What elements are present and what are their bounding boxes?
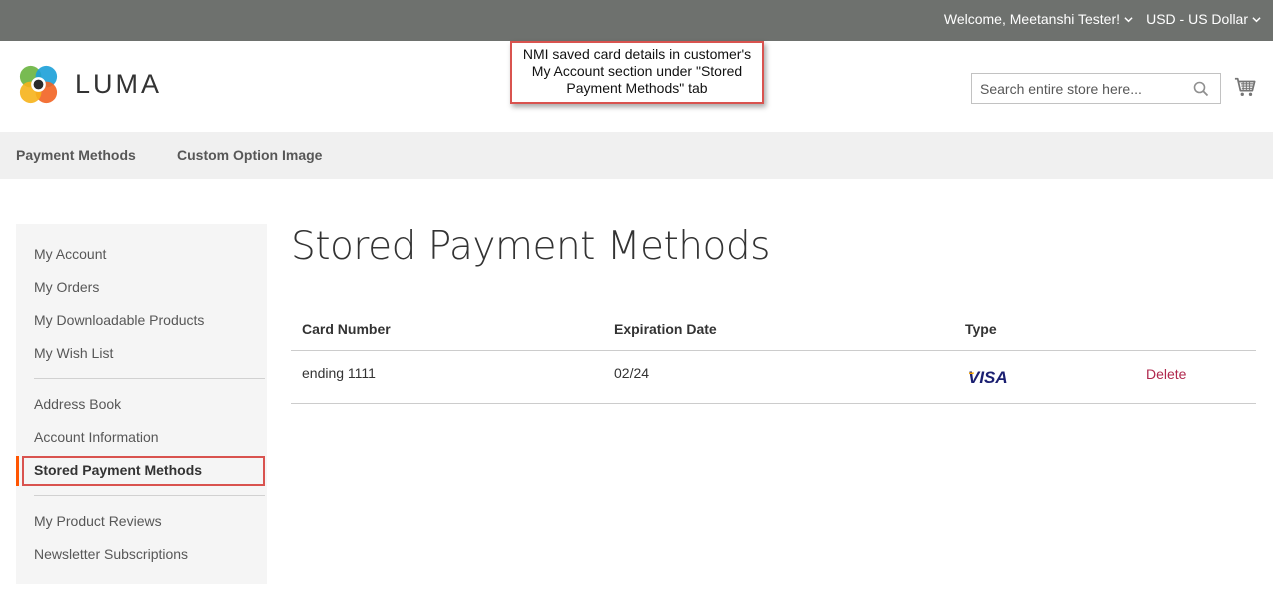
- luma-logo-icon: [19, 65, 58, 104]
- page-title: Stored Payment Methods: [291, 224, 770, 269]
- account-sidebar: My Account My Orders My Downloadable Pro…: [16, 224, 267, 584]
- annotation-callout: NMI saved card details in customer's My …: [510, 41, 764, 104]
- main-navigation: Payment Methods Custom Option Image: [0, 132, 1273, 179]
- sidebar-item-address-book[interactable]: Address Book: [34, 396, 121, 412]
- search-box: [971, 73, 1221, 104]
- nav-item-custom-option-image[interactable]: Custom Option Image: [177, 147, 322, 163]
- svg-text:VISA: VISA: [968, 368, 1008, 385]
- callout-line: NMI saved card details in customer's: [522, 46, 752, 62]
- sidebar-item-account-information[interactable]: Account Information: [34, 429, 159, 445]
- top-bar: Welcome, Meetanshi Tester! USD - US Doll…: [0, 0, 1273, 41]
- column-header-expiration-date: Expiration Date: [614, 321, 717, 337]
- sidebar-item-stored-payment-methods[interactable]: Stored Payment Methods: [34, 462, 202, 478]
- expiration-date-cell: 02/24: [614, 365, 650, 381]
- sidebar-item-product-reviews[interactable]: My Product Reviews: [34, 513, 162, 529]
- search-input[interactable]: [972, 74, 1182, 103]
- welcome-text: Welcome, Meetanshi Tester!: [943, 11, 1120, 27]
- sidebar-item-newsletter-subscriptions[interactable]: Newsletter Subscriptions: [34, 546, 188, 562]
- sidebar-item-my-account[interactable]: My Account: [34, 246, 106, 262]
- currency-switcher[interactable]: USD - US Dollar: [1146, 11, 1261, 27]
- callout-line: My Account section under "Stored: [531, 63, 743, 79]
- currency-text: USD - US Dollar: [1146, 11, 1248, 27]
- table-row-divider: [291, 403, 1256, 404]
- store-logo[interactable]: LUMA: [16, 62, 162, 107]
- table-header-divider: [291, 350, 1256, 351]
- callout-line: Payment Methods" tab: [566, 80, 708, 96]
- sidebar-divider: [34, 378, 265, 379]
- cart-icon[interactable]: [1234, 76, 1256, 98]
- sidebar-divider: [34, 495, 265, 496]
- visa-icon: VISA: [968, 368, 1008, 385]
- active-indicator: [16, 456, 19, 486]
- nav-item-payment-methods[interactable]: Payment Methods: [16, 147, 136, 163]
- chevron-down-icon: [1124, 16, 1133, 22]
- logo-text: LUMA: [75, 69, 163, 99]
- card-number-cell: ending 1111: [302, 365, 376, 381]
- search-icon[interactable]: [1193, 81, 1209, 97]
- delete-card-link[interactable]: Delete: [1146, 366, 1186, 382]
- column-header-type: Type: [965, 321, 997, 337]
- sidebar-item-wish-list[interactable]: My Wish List: [34, 345, 113, 361]
- chevron-down-icon: [1252, 16, 1261, 22]
- welcome-dropdown[interactable]: Welcome, Meetanshi Tester!: [944, 11, 1133, 27]
- sidebar-item-downloadable-products[interactable]: My Downloadable Products: [34, 312, 204, 328]
- column-header-card-number: Card Number: [302, 321, 391, 337]
- sidebar-item-my-orders[interactable]: My Orders: [34, 279, 99, 295]
